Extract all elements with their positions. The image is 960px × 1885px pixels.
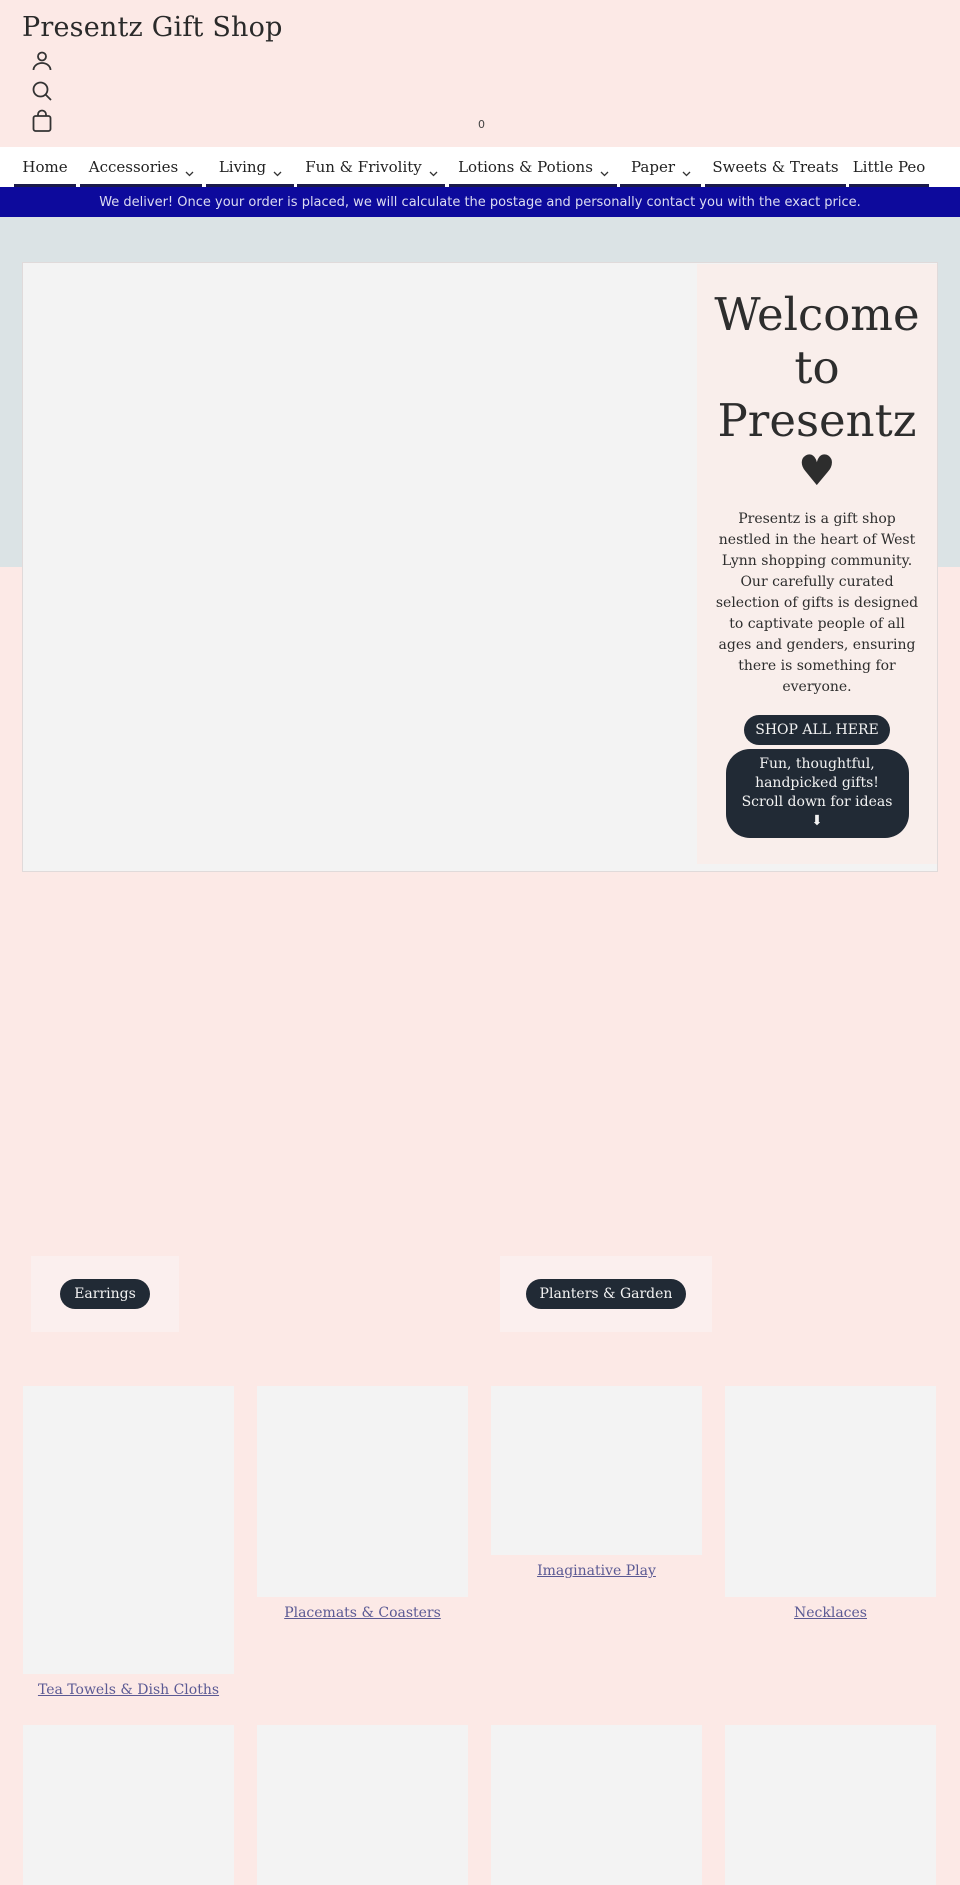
necklaces-image[interactable] <box>725 1386 936 1597</box>
collection-tile-image[interactable] <box>257 1725 468 1885</box>
collection-card-earrings: Earrings <box>31 1256 179 1332</box>
heart-icon: ♥ <box>798 446 836 495</box>
nav-item-label: Lotions & Potions <box>458 158 593 176</box>
tea-towels-image[interactable] <box>23 1386 234 1674</box>
collection-tile-image[interactable] <box>491 1725 702 1885</box>
placemats-link[interactable]: Placemats & Coasters <box>257 1605 468 1621</box>
main-nav: Home Accessories Living Fun & Frivolity … <box>0 147 960 187</box>
cart-icon[interactable] <box>30 109 54 133</box>
search-icon[interactable] <box>30 79 54 103</box>
nav-item-little-people[interactable]: Little Peo <box>849 147 929 187</box>
arrow-down-icon: ⬇ <box>811 813 823 829</box>
chevron-down-icon <box>273 163 282 177</box>
site-title[interactable]: Presentz Gift Shop <box>22 12 283 43</box>
chevron-down-icon <box>185 163 194 177</box>
hero-text-panel: Welcome to Presentz ♥ Presentz is a gift… <box>697 264 937 864</box>
shop-all-button[interactable]: SHOP ALL HERE <box>744 715 890 745</box>
nav-item-label: Paper <box>630 158 675 176</box>
imaginative-play-link[interactable]: Imaginative Play <box>491 1563 702 1579</box>
earrings-button[interactable]: Earrings <box>60 1279 150 1309</box>
chevron-down-icon <box>682 163 691 177</box>
hero-intro-text: Presentz is a gift shop nestled in the h… <box>715 511 919 695</box>
scroll-down-label: Fun, thoughtful, handpicked gifts! Scrol… <box>741 756 893 810</box>
nav-item-paper[interactable]: Paper <box>620 147 701 187</box>
announcement-bar: We deliver! Once your order is placed, w… <box>0 187 960 217</box>
necklaces-link[interactable]: Necklaces <box>725 1605 936 1621</box>
nav-item-label: Living <box>218 158 267 176</box>
cart-count: 0 <box>478 118 485 131</box>
placemats-image[interactable] <box>257 1386 468 1597</box>
nav-item-fun-frivolity[interactable]: Fun & Frivolity <box>297 147 445 187</box>
nav-item-label: Fun & Frivolity <box>305 158 422 176</box>
nav-item-home[interactable]: Home <box>14 147 76 187</box>
collection-tile-image[interactable] <box>23 1725 234 1885</box>
scroll-down-button[interactable]: Fun, thoughtful, handpicked gifts! Scrol… <box>725 749 909 838</box>
site-header: Presentz Gift Shop 0 <box>0 0 960 147</box>
nav-item-label: Home <box>22 158 68 176</box>
collection-tile-image[interactable] <box>725 1725 936 1885</box>
nav-item-accessories[interactable]: Accessories <box>80 147 202 187</box>
nav-item-label: Sweets & Treats <box>712 158 839 176</box>
account-icon[interactable] <box>30 49 54 73</box>
planters-garden-button[interactable]: Planters & Garden <box>525 1279 687 1309</box>
chevron-down-icon <box>429 163 438 177</box>
chevron-down-icon <box>600 163 609 177</box>
hero-heading: Welcome to Presentz <box>714 288 920 447</box>
tea-towels-link[interactable]: Tea Towels & Dish Cloths <box>23 1682 234 1698</box>
imaginative-play-image[interactable] <box>491 1386 702 1555</box>
collection-card-planters: Planters & Garden <box>500 1256 712 1332</box>
nav-item-living[interactable]: Living <box>206 147 294 187</box>
nav-item-lotions-potions[interactable]: Lotions & Potions <box>449 147 617 187</box>
announcement-text: We deliver! Once your order is placed, w… <box>99 194 861 210</box>
nav-item-label: Little Peo <box>852 158 926 176</box>
nav-item-label: Accessories <box>88 158 179 176</box>
nav-item-sweets-treats[interactable]: Sweets & Treats <box>705 147 846 187</box>
